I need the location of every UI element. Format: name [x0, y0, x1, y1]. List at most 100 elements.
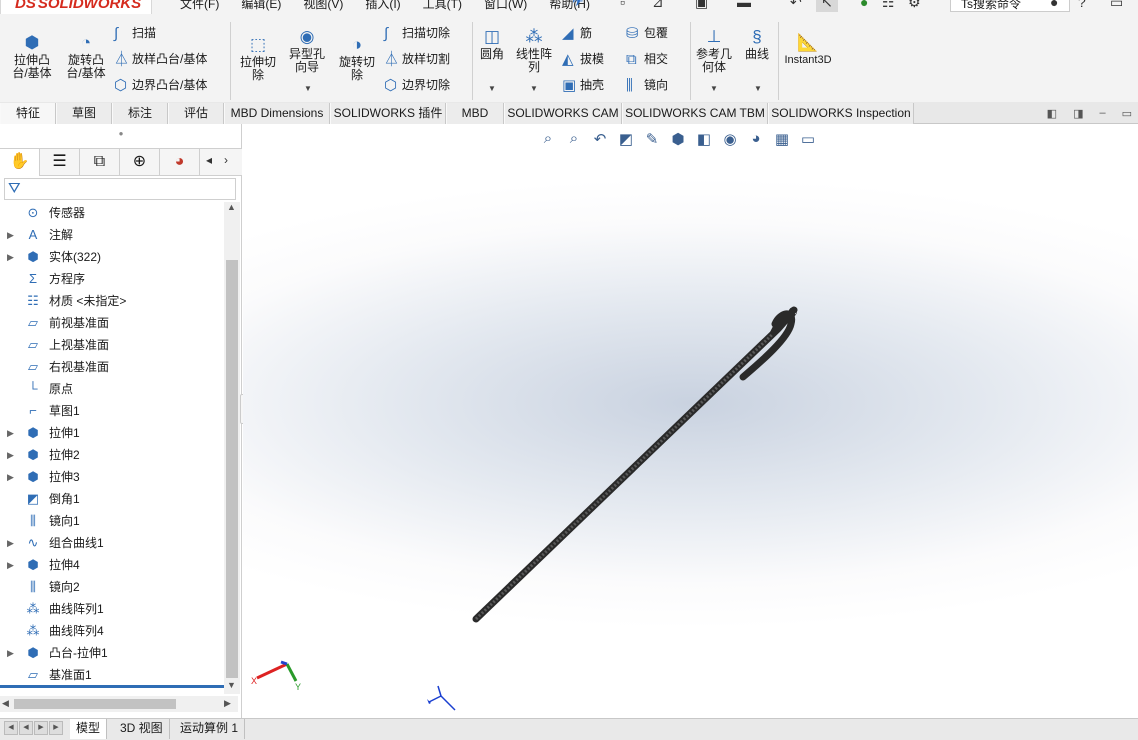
tree-item[interactable]: ▶ A 注解: [0, 224, 224, 246]
menu-edit[interactable]: 编辑(E): [241, 0, 281, 12]
expand-arrow-icon[interactable]: ▶: [7, 554, 14, 576]
tabs-scroll-right-icon[interactable]: ›: [224, 153, 228, 167]
tab-evaluate[interactable]: 评估: [168, 103, 224, 124]
undo-icon[interactable]: ↶: [790, 0, 802, 11]
tree-item[interactable]: ▶ ⬢ 拉伸2: [0, 444, 224, 466]
hole-wizard-button[interactable]: ◉ 异型孔向导: [284, 28, 330, 74]
fillet-button[interactable]: ◫ 圆角: [476, 28, 508, 61]
fillet-dropdown-icon[interactable]: ▼: [488, 84, 496, 93]
tab-sketch[interactable]: 草图: [56, 103, 112, 124]
user-icon[interactable]: ●: [1050, 0, 1058, 10]
rebuild-icon[interactable]: ●: [860, 0, 868, 10]
tab-solidworks-cam[interactable]: SOLIDWORKS CAM: [504, 103, 622, 124]
boundary-cut-button[interactable]: ⬡ 边界切除: [384, 76, 450, 95]
expand-arrow-icon[interactable]: ▶: [7, 642, 14, 664]
mirror-button[interactable]: ⫼ 镜向: [626, 76, 668, 95]
tree-item[interactable]: ▱ 基准面1: [0, 664, 224, 686]
intersect-button[interactable]: ⧉ 相交: [626, 50, 668, 69]
window-control-icon[interactable]: ▭: [1110, 0, 1123, 11]
tab-markup[interactable]: 标注: [112, 103, 168, 124]
tree-item[interactable]: ⫼ 镜向2: [0, 576, 224, 598]
select-icon[interactable]: ↖: [816, 0, 838, 12]
save-icon[interactable]: ▣: [695, 0, 708, 11]
pin-icon[interactable]: ✈: [572, 0, 584, 10]
tree-item[interactable]: ⌐ 草图1: [0, 400, 224, 422]
collapse-right-icon[interactable]: ◨: [1073, 107, 1083, 120]
curves-button[interactable]: § 曲线: [740, 28, 774, 61]
tree-item[interactable]: ⫼ 镜向1: [0, 510, 224, 532]
expand-arrow-icon[interactable]: ▶: [7, 532, 14, 554]
sweep-cut-button[interactable]: ∫ 扫描切除: [384, 24, 450, 43]
first-tab-icon[interactable]: ◀: [4, 721, 18, 735]
open-icon[interactable]: ⊿: [652, 0, 664, 11]
tree-item[interactable]: ▱ 前视基准面: [0, 312, 224, 334]
menu-file[interactable]: 文件(F): [180, 0, 219, 12]
loft-cut-button[interactable]: ⏃ 放样切割: [384, 50, 450, 69]
hole-wizard-dropdown-icon[interactable]: ▼: [304, 84, 312, 93]
linear-pattern-dropdown-icon[interactable]: ▼: [530, 84, 538, 93]
linear-pattern-button[interactable]: ⁂ 线性阵列: [512, 28, 556, 74]
expand-arrow-icon[interactable]: ▶: [7, 422, 14, 444]
rollback-bar[interactable]: [0, 685, 224, 688]
sweep-button[interactable]: ∫ 扫描: [114, 24, 156, 43]
extrude-boss-button[interactable]: ⬢ 拉伸凸台/基体: [8, 34, 56, 80]
file-properties-icon[interactable]: ☷: [882, 0, 895, 11]
loft-boss-button[interactable]: ⏃ 放样凸台/基体: [114, 50, 207, 69]
tree-horizontal-scrollbar[interactable]: ◀ ▶: [0, 696, 238, 712]
tree-item[interactable]: ▶ ⬢ 拉伸1: [0, 422, 224, 444]
last-tab-icon[interactable]: ▶: [49, 721, 63, 735]
display-manager-tab-icon[interactable]: ◕: [160, 149, 200, 176]
graphics-area[interactable]: ⌕ ⌕ ↶ ◩ ✎ ⬢ ◧ ◉ ◕ ▦ ▭ X Y: [243, 124, 1138, 718]
tab-solidworks-addins[interactable]: SOLIDWORKS 插件: [330, 103, 446, 124]
minimize-icon[interactable]: –: [1099, 107, 1105, 120]
reference-geometry-button[interactable]: ⊥ 参考几何体: [694, 28, 734, 74]
hscroll-thumb[interactable]: [14, 699, 176, 709]
tab-features[interactable]: 特征: [0, 103, 56, 124]
property-manager-tab-icon[interactable]: ☰: [40, 149, 80, 176]
menu-window[interactable]: 窗口(W): [484, 0, 527, 12]
dimxpert-manager-tab-icon[interactable]: ⊕: [120, 149, 160, 176]
tree-item[interactable]: ⊙ 传感器: [0, 202, 224, 224]
tab-solidworks-cam-tbm[interactable]: SOLIDWORKS CAM TBM: [622, 103, 768, 124]
instant3d-button[interactable]: 📐 Instant3D: [780, 34, 836, 67]
shell-button[interactable]: ▣ 抽壳: [562, 76, 604, 95]
print-icon[interactable]: ▬: [737, 0, 751, 10]
rib-button[interactable]: ◢ 筋: [562, 24, 592, 43]
scroll-right-icon[interactable]: ▶: [224, 698, 231, 709]
tree-item[interactable]: ◩ 倒角1: [0, 488, 224, 510]
revolve-cut-button[interactable]: ◑ 旋转切除: [334, 36, 380, 82]
scroll-thumb[interactable]: [226, 260, 238, 678]
scroll-left-icon[interactable]: ◀: [2, 698, 9, 709]
tree-item[interactable]: ▶ ⬢ 实体(322): [0, 246, 224, 268]
tree-item[interactable]: Σ 方程序: [0, 268, 224, 290]
panel-grip[interactable]: ●: [0, 126, 242, 146]
expand-arrow-icon[interactable]: ▶: [7, 246, 14, 268]
curves-dropdown-icon[interactable]: ▼: [754, 84, 762, 93]
new-document-icon[interactable]: ▫: [620, 0, 625, 10]
expand-arrow-icon[interactable]: ▶: [7, 466, 14, 488]
feature-filter-input[interactable]: ⛛: [4, 178, 236, 200]
restore-icon[interactable]: ▭: [1122, 107, 1132, 120]
configuration-manager-tab-icon[interactable]: ⧉: [80, 149, 120, 176]
tree-item[interactable]: ▱ 上视基准面: [0, 334, 224, 356]
feature-manager-tab-icon[interactable]: ✋: [0, 149, 40, 176]
help-icon[interactable]: ?: [1078, 0, 1086, 10]
expand-arrow-icon[interactable]: ▶: [7, 224, 14, 246]
reference-geometry-dropdown-icon[interactable]: ▼: [710, 84, 718, 93]
scroll-down-icon[interactable]: ▼: [227, 680, 236, 690]
tree-item[interactable]: ▶ ⬢ 凸台-拉伸1: [0, 642, 224, 664]
draft-button[interactable]: ◭ 拔模: [562, 50, 604, 69]
menu-help[interactable]: 帮助(H): [549, 0, 590, 12]
expand-arrow-icon[interactable]: ▶: [7, 444, 14, 466]
boundary-boss-button[interactable]: ⬡ 边界凸台/基体: [114, 76, 207, 95]
collapse-left-icon[interactable]: ◧: [1047, 107, 1057, 120]
tree-item[interactable]: └ 原点: [0, 378, 224, 400]
menu-insert[interactable]: 插入(I): [365, 0, 400, 12]
next-tab-icon[interactable]: ▶: [34, 721, 48, 735]
tree-item[interactable]: ▶ ∿ 组合曲线1: [0, 532, 224, 554]
tabs-scroll-left-icon[interactable]: ◂: [206, 153, 212, 167]
tree-item[interactable]: ⁂ 曲线阵列1: [0, 598, 224, 620]
tab-motion-study[interactable]: 运动算例 1: [174, 719, 246, 739]
extrude-cut-button[interactable]: ⬚ 拉伸切除: [236, 36, 280, 82]
tree-item[interactable]: ▱ 右视基准面: [0, 356, 224, 378]
